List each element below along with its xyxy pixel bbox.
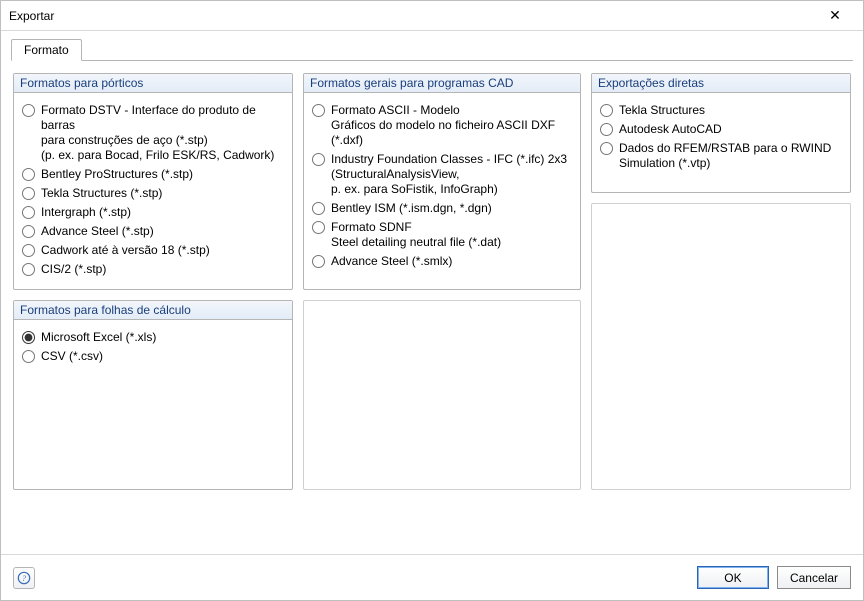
radio-label: Steel detailing neutral file (*.dat) — [331, 235, 501, 250]
radio-label: (StructuralAnalysisView, — [331, 167, 567, 182]
radio-input[interactable] — [312, 202, 325, 215]
radio-label: Simulation (*.vtp) — [619, 156, 831, 171]
content-area: Formatos para pórticos Formato DSTV - In… — [1, 61, 863, 554]
radio-input[interactable] — [22, 244, 35, 257]
group-folhas-body: Microsoft Excel (*.xls) CSV (*.csv) — [14, 320, 292, 376]
radio-label: CIS/2 (*.stp) — [41, 262, 106, 277]
radio-label: CSV (*.csv) — [41, 349, 103, 364]
radio-input[interactable] — [312, 255, 325, 268]
cancel-button[interactable]: Cancelar — [777, 566, 851, 589]
group-cad: Formatos gerais para programas CAD Forma… — [303, 73, 581, 290]
radio-input[interactable] — [22, 168, 35, 181]
radio-input[interactable] — [600, 104, 613, 117]
radio-input[interactable] — [22, 331, 35, 344]
radio-label: Advance Steel (*.stp) — [41, 224, 154, 239]
help-button[interactable]: ? — [13, 567, 35, 589]
radio-label: Formato ASCII - Modelo — [331, 103, 572, 118]
radio-label: Intergraph (*.stp) — [41, 205, 131, 220]
titlebar: Exportar ✕ — [1, 1, 863, 31]
radio-dstv-input[interactable] — [22, 104, 35, 117]
window-title: Exportar — [9, 9, 815, 23]
radio-label: para construções de aço (*.stp) — [41, 133, 284, 148]
radio-input[interactable] — [312, 221, 325, 234]
radio-ifc[interactable]: Industry Foundation Classes - IFC (*.ifc… — [312, 152, 572, 197]
radio-input[interactable] — [600, 123, 613, 136]
dialog-footer: ? OK Cancelar — [1, 554, 863, 600]
close-button[interactable]: ✕ — [815, 2, 855, 30]
group-cad-title: Formatos gerais para programas CAD — [304, 74, 580, 93]
radio-excel[interactable]: Microsoft Excel (*.xls) — [22, 330, 284, 345]
group-porticos-body: Formato DSTV - Interface do produto de b… — [14, 93, 292, 289]
tabstrip: Formato — [1, 31, 863, 61]
radio-tekla-stp[interactable]: Tekla Structures (*.stp) — [22, 186, 284, 201]
group-folhas: Formatos para folhas de cálculo Microsof… — [13, 300, 293, 490]
radio-label: Microsoft Excel (*.xls) — [41, 330, 156, 345]
help-icon: ? — [17, 571, 31, 585]
group-cad-body: Formato ASCII - Modelo Gráficos do model… — [304, 93, 580, 281]
group-diretas: Exportações diretas Tekla Structures Aut… — [591, 73, 851, 193]
empty-panel-right — [591, 203, 851, 490]
ok-button[interactable]: OK — [697, 566, 769, 589]
svg-text:?: ? — [22, 574, 26, 583]
group-diretas-body: Tekla Structures Autodesk AutoCAD Dados … — [592, 93, 850, 183]
radio-label: Tekla Structures — [619, 103, 705, 118]
group-diretas-title: Exportações diretas — [592, 74, 850, 93]
radio-bentley-ism[interactable]: Bentley ISM (*.ism.dgn, *.dgn) — [312, 201, 572, 216]
radio-label: Autodesk AutoCAD — [619, 122, 722, 137]
group-folhas-title: Formatos para folhas de cálculo — [14, 301, 292, 320]
radio-rwind[interactable]: Dados do RFEM/RSTAB para o RWIND Simulat… — [600, 141, 842, 171]
radio-input[interactable] — [22, 187, 35, 200]
radio-label: Advance Steel (*.smlx) — [331, 254, 452, 269]
radio-sdnf[interactable]: Formato SDNF Steel detailing neutral fil… — [312, 220, 572, 250]
radio-bentley-pro[interactable]: Bentley ProStructures (*.stp) — [22, 167, 284, 182]
radio-label: p. ex. para SoFistik, InfoGraph) — [331, 182, 567, 197]
radio-label: Dados do RFEM/RSTAB para o RWIND — [619, 141, 831, 156]
group-porticos: Formatos para pórticos Formato DSTV - In… — [13, 73, 293, 290]
radio-input[interactable] — [22, 225, 35, 238]
radio-ascii-dxf[interactable]: Formato ASCII - Modelo Gráficos do model… — [312, 103, 572, 148]
radio-csv[interactable]: CSV (*.csv) — [22, 349, 284, 364]
radio-label: (p. ex. para Bocad, Frilo ESK/RS, Cadwor… — [41, 148, 284, 163]
export-dialog: Exportar ✕ Formato Formatos para pórtico… — [0, 0, 864, 601]
radio-label: Industry Foundation Classes - IFC (*.ifc… — [331, 152, 567, 167]
radio-input[interactable] — [600, 142, 613, 155]
radio-input[interactable] — [22, 350, 35, 363]
radio-label: Formato DSTV - Interface do produto de b… — [41, 103, 284, 133]
radio-input[interactable] — [22, 263, 35, 276]
radio-cadwork[interactable]: Cadwork até à versão 18 (*.stp) — [22, 243, 284, 258]
radio-dstv[interactable]: Formato DSTV - Interface do produto de b… — [22, 103, 284, 163]
radio-intergraph[interactable]: Intergraph (*.stp) — [22, 205, 284, 220]
radio-advance-steel-stp[interactable]: Advance Steel (*.stp) — [22, 224, 284, 239]
radio-cis2[interactable]: CIS/2 (*.stp) — [22, 262, 284, 277]
radio-input[interactable] — [312, 104, 325, 117]
radio-label: Bentley ISM (*.ism.dgn, *.dgn) — [331, 201, 492, 216]
radio-label: Gráficos do modelo no ficheiro ASCII DXF… — [331, 118, 572, 148]
radio-input[interactable] — [312, 153, 325, 166]
radio-label: Bentley ProStructures (*.stp) — [41, 167, 193, 182]
radio-label: Formato SDNF — [331, 220, 501, 235]
empty-panel-middle — [303, 300, 581, 490]
close-icon: ✕ — [829, 7, 841, 24]
radio-input[interactable] — [22, 206, 35, 219]
radio-label: Cadwork até à versão 18 (*.stp) — [41, 243, 210, 258]
radio-tekla-direct[interactable]: Tekla Structures — [600, 103, 842, 118]
radio-advance-steel-smlx[interactable]: Advance Steel (*.smlx) — [312, 254, 572, 269]
group-porticos-title: Formatos para pórticos — [14, 74, 292, 93]
radio-label: Tekla Structures (*.stp) — [41, 186, 162, 201]
radio-autocad[interactable]: Autodesk AutoCAD — [600, 122, 842, 137]
tab-formato[interactable]: Formato — [11, 39, 82, 61]
